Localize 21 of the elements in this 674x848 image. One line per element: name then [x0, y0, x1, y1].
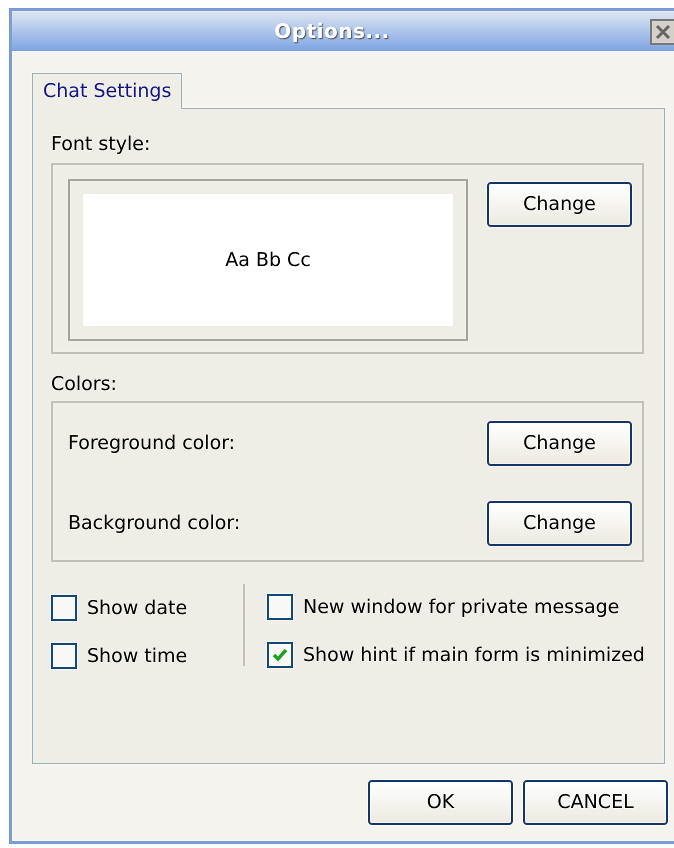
cancel-button[interactable]: CANCEL	[523, 780, 668, 825]
group-label: Colors:	[51, 372, 118, 397]
change-button[interactable]: Change	[487, 182, 632, 227]
tab[interactable]: Chat Settings	[32, 73, 182, 109]
checkbox-label: New window for private message	[303, 595, 620, 619]
checkbox[interactable]	[51, 643, 77, 669]
font-preview: Aa Bb Cc	[83, 194, 453, 326]
window-title: Options...	[273, 18, 391, 45]
change-button[interactable]: Change	[487, 421, 632, 466]
checkbox[interactable]	[267, 594, 293, 620]
checkbox-label: Show time	[87, 644, 188, 668]
color-label: Foreground color:	[68, 431, 236, 456]
checkbox[interactable]	[267, 642, 293, 668]
ok-button[interactable]: OK	[368, 780, 513, 825]
checkbox-label: Show date	[87, 596, 188, 620]
change-button[interactable]: Change	[487, 501, 632, 546]
group-label: Font style:	[51, 132, 152, 157]
color-label: Background color:	[68, 511, 242, 536]
checkbox[interactable]	[51, 595, 77, 621]
checkbox-label: Show hint if main form is minimized	[303, 643, 645, 667]
close-icon[interactable]	[650, 19, 674, 45]
